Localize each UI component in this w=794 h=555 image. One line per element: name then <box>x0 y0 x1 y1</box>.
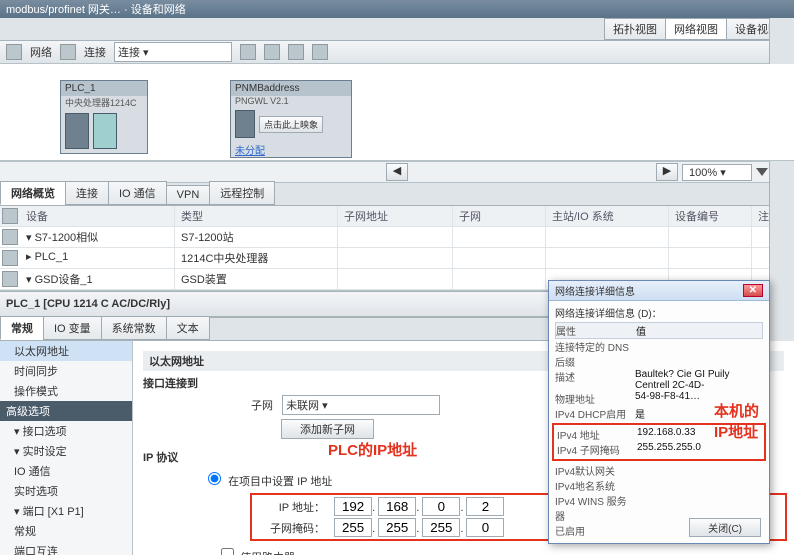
popup-row: IPv4 地址192.168.0.33 <box>557 427 761 442</box>
sidebar-item[interactable]: 常规 <box>0 521 132 541</box>
col-host[interactable]: 主站/IO 系统 <box>546 206 669 226</box>
zoom-icon[interactable] <box>312 44 328 60</box>
network-canvas[interactable]: PLC_1 中央处理器1214C PNMBaddress PNGWL V2.1 … <box>0 64 794 161</box>
sidebar-item[interactable]: 操作模式 <box>0 381 132 401</box>
popup-title: 网络连接详细信息 <box>555 283 635 298</box>
ip-octet-2[interactable] <box>378 497 416 516</box>
popup-row: IPv4 DHCP启用是 <box>555 406 763 421</box>
row-icon <box>2 229 18 245</box>
tab-text[interactable]: 文本 <box>166 316 210 340</box>
popup-close-button[interactable]: 关闭(C) <box>689 518 761 537</box>
connect-icon[interactable] <box>60 44 76 60</box>
table-row[interactable]: ▾ S7-1200相似S7-1200站 <box>0 227 794 248</box>
use-router-check[interactable] <box>221 548 234 555</box>
mask-octet-3[interactable] <box>422 518 460 537</box>
tab-sysconst[interactable]: 系统常数 <box>101 316 167 340</box>
mask-octet-1[interactable] <box>334 518 372 537</box>
sidebar-group[interactable]: 高级选项 <box>0 401 132 421</box>
add-subnet-button[interactable]: 添加新子网 <box>281 419 374 439</box>
gear-icon[interactable] <box>2 208 18 224</box>
sidebar-item[interactable]: 以太网地址 <box>0 341 132 361</box>
mask-octet-4[interactable] <box>466 518 504 537</box>
ip-octet-3[interactable] <box>422 497 460 516</box>
sidebar-item[interactable]: ▾ 实时设定 <box>0 441 132 461</box>
device-pnmb-sub: PNGWL V2.1 <box>231 96 351 106</box>
radio-set-in-project[interactable] <box>208 472 221 485</box>
tab-topology[interactable]: 拓扑视图 <box>604 18 666 40</box>
subnet-combo[interactable]: 未联网 ▾ <box>282 395 440 415</box>
device-plc[interactable]: PLC_1 中央处理器1214C <box>60 80 148 154</box>
sidebar-item[interactable]: ▾ 接口选项 <box>0 421 132 441</box>
col-subaddr[interactable]: 子网地址 <box>338 206 453 226</box>
netdetails-popup[interactable]: 网络连接详细信息 ✕ 网络连接详细信息 (D)： 属性 值 连接特定的 DNS … <box>548 280 770 544</box>
popup-subtitle: 网络连接详细信息 (D)： <box>555 305 763 320</box>
device-pnmb-link[interactable]: 未分配 <box>235 146 265 157</box>
row-icon <box>2 271 18 287</box>
popup-row: IPv4地名系统 <box>555 478 763 493</box>
label-mask: 子网掩码： <box>255 520 325 536</box>
nav-left[interactable]: ◀ <box>386 163 408 181</box>
toolbar: 网络 连接 连接 ▾ <box>0 41 794 64</box>
tab-general[interactable]: 常规 <box>0 316 44 340</box>
tool-2-icon[interactable] <box>264 44 280 60</box>
tb-connect[interactable]: 连接 <box>84 44 106 60</box>
device-plc-title: PLC_1 <box>65 83 96 94</box>
device-plc-sub: 中央处理器1214C <box>61 96 147 109</box>
device-pnmb[interactable]: PNMBaddress PNGWL V2.1 点击此上映象 未分配 <box>230 80 352 158</box>
popup-col-val: 值 <box>636 323 762 338</box>
radio-label: 在项目中设置 IP 地址 <box>228 476 332 488</box>
ip-octet-4[interactable] <box>466 497 504 516</box>
tab-remote[interactable]: 远程控制 <box>209 181 275 205</box>
tab-iovar[interactable]: IO 变量 <box>43 316 102 340</box>
col-type[interactable]: 类型 <box>175 206 338 226</box>
tab-iocomm[interactable]: IO 通信 <box>108 181 167 205</box>
row-icon <box>2 250 18 266</box>
sidebar-item[interactable]: 实时选项 <box>0 481 132 501</box>
side-nav[interactable]: 以太网地址 时间同步 操作模式 高级选项 ▾ 接口选项 ▾ 实时设定 IO 通信… <box>0 341 133 555</box>
nav-right[interactable]: ▶ <box>656 163 678 181</box>
view-tabs: 拓扑视图 网络视图 设备视图 <box>0 18 794 41</box>
grid-header: 设备 类型 子网地址 子网 主站/IO 系统 设备编号 注释 <box>0 206 794 227</box>
col-subnet[interactable]: 子网 <box>453 206 546 226</box>
ip-octet-1[interactable] <box>334 497 372 516</box>
popup-row: IPv4默认网关 <box>555 463 763 478</box>
canvas-zoom-row: ◀ ▶ 100% ▾ <box>0 161 794 183</box>
sidebar-item[interactable]: 端口互连 <box>0 541 132 555</box>
device-grid: 设备 类型 子网地址 子网 主站/IO 系统 设备编号 注释 ▾ S7-1200… <box>0 206 794 291</box>
label-subnet: 子网 <box>203 397 273 413</box>
connections-combo[interactable]: 连接 ▾ <box>114 42 232 62</box>
popup-row: IPv4 子网掩码255.255.255.0 <box>557 442 761 457</box>
tb-network[interactable]: 网络 <box>30 44 52 60</box>
table-row[interactable]: ▸ PLC_11214C中央处理器 <box>0 248 794 269</box>
tab-overview[interactable]: 网络概览 <box>0 181 66 205</box>
window-title: modbus/profinet 网关… · 设备和网络 <box>6 1 186 17</box>
zoom-combo[interactable]: 100% ▾ <box>682 164 752 181</box>
tab-vpn[interactable]: VPN <box>166 185 211 205</box>
sidebar-item[interactable]: 时间同步 <box>0 361 132 381</box>
mask-octet-2[interactable] <box>378 518 416 537</box>
expand-icon[interactable] <box>756 168 768 176</box>
tool-3-icon[interactable] <box>288 44 304 60</box>
col-device[interactable]: 设备 <box>20 206 175 226</box>
title-bar: modbus/profinet 网关… · 设备和网络 <box>0 0 794 18</box>
net-tabs: 网络概览 连接 IO 通信 VPN 远程控制 <box>0 183 794 206</box>
sidebar-item[interactable]: IO 通信 <box>0 461 132 481</box>
local-ip-highlight: IPv4 地址192.168.0.33IPv4 子网掩码255.255.255.… <box>552 423 766 461</box>
device-pnmb-title: PNMBaddress <box>235 83 299 94</box>
tool-1-icon[interactable] <box>240 44 256 60</box>
tab-network[interactable]: 网络视图 <box>665 18 727 40</box>
network-icon[interactable] <box>6 44 22 60</box>
popup-row: 连接特定的 DNS 后缀 <box>555 339 763 369</box>
device-pnmb-action[interactable]: 点击此上映象 <box>259 116 323 133</box>
popup-row: 描述Baultek? Cie GI Puily Centrell 2C-4D- <box>555 369 763 391</box>
col-devno[interactable]: 设备编号 <box>669 206 752 226</box>
popup-col-prop: 属性 <box>556 323 636 338</box>
label-ip: IP 地址： <box>255 499 325 515</box>
popup-row: 物理地址54-98-F8-41… <box>555 391 763 406</box>
tab-connect[interactable]: 连接 <box>65 181 109 205</box>
popup-close-icon[interactable]: ✕ <box>743 284 763 297</box>
sidebar-item[interactable]: ▾ 端口 [X1 P1] <box>0 501 132 521</box>
